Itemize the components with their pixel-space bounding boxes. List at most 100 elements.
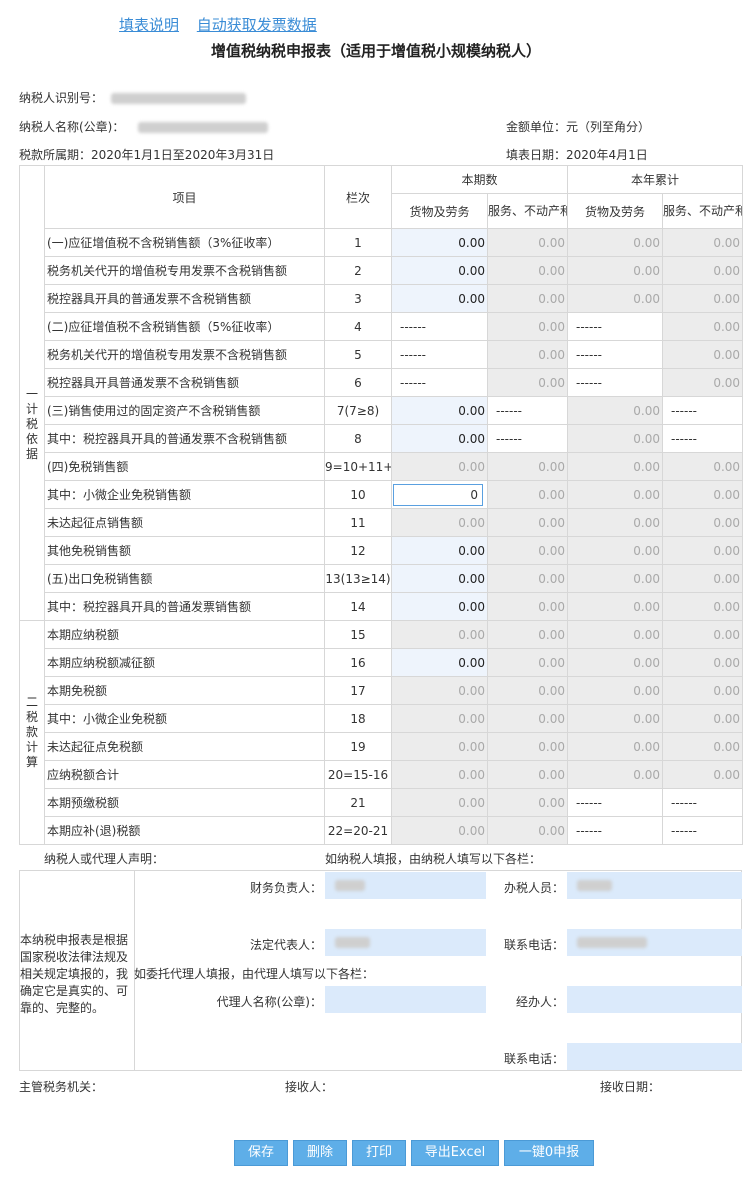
table-row: (五)出口免税销售额 13(13≥14) 0.00 0.00 0.00 0.00 [20,564,744,593]
delete-button[interactable]: 删除 [293,1140,347,1166]
row-value-c2: 0.00 [486,620,569,649]
row-lan: 15 [324,620,392,649]
table-row: 税务机关代开的增值税专用发票不含税销售额 5 ------ 0.00 ------ 0.0… [20,340,744,369]
row-value-c3: 0.00 [567,284,664,313]
phone2-field[interactable] [567,1043,742,1070]
header-lan: 栏次 [324,165,392,229]
export-excel-button[interactable]: 导出Excel [411,1140,499,1166]
row-value-c4: 0.00 [662,648,744,677]
row-value-c2: 0.00 [486,732,569,761]
category-tax-calc: 二税款计算 [19,620,45,845]
finance-head-label: 财务负责人： [249,881,322,895]
table-row: 其中：税控器具开具的普通发票销售额 14 0.00 0.00 0.00 0.00 [20,592,744,621]
row-value-c1[interactable]: 0.00 [391,536,488,565]
row-item-label: 应纳税额合计 [44,760,325,789]
row-value-c1: 0.00 [391,788,488,817]
phone-label: 联系电话： [503,938,564,952]
row-lan: 5 [324,340,392,369]
row-value-c2: 0.00 [486,816,569,845]
save-button[interactable]: 保存 [234,1140,288,1166]
row-value-c4: 0.00 [662,256,744,285]
row-item-label: (三)销售使用过的固定资产不含税销售额 [44,396,325,425]
row-value-c1[interactable]: 0 [391,480,488,509]
row-value-c1: ------ [391,340,488,369]
legal-rep-field[interactable] [325,929,486,956]
row-value-c3: 0.00 [567,648,664,677]
row-value-c4: ------ [662,788,744,817]
row-value-c1[interactable]: 0.00 [391,284,488,313]
taxpayer-name-label: 纳税人名称(公章)： [19,120,125,134]
row-value-c1[interactable]: 0.00 [391,396,488,425]
zero-declare-button[interactable]: 一键0申报 [504,1140,594,1166]
row-value-c1: 0.00 [391,620,488,649]
row-value-c3: ------ [567,788,664,817]
auto-fetch-invoice-link[interactable]: 自动获取发票数据 [197,16,317,34]
row-value-c1: 0.00 [391,704,488,733]
print-button[interactable]: 打印 [352,1140,406,1166]
phone-field[interactable] [567,929,742,956]
row-value-c1: ------ [391,368,488,397]
small-enterprise-exempt-input[interactable]: 0 [393,483,483,506]
row-item-label: 本期预缴税额 [44,788,325,817]
row-value-c2: 0.00 [486,676,569,705]
finance-head-field[interactable] [325,872,486,899]
self-fill-note: 如纳税人填报，由纳税人填写以下各栏： [325,852,542,866]
row-value-c1[interactable]: 0.00 [391,228,488,257]
table-row: 税控器具开具的普通发票不含税销售额 3 0.00 0.00 0.00 0.00 [20,284,744,313]
row-value-c4: 0.00 [662,340,744,369]
receive-date-label: 接收日期： [600,1080,661,1094]
row-lan: 3 [324,284,392,313]
header-year-to-date: 本年累计 [567,165,744,194]
agent-name-field[interactable] [325,986,486,1013]
tax-officer-label: 办税人员： [503,881,564,895]
tax-period: 税款所属期：2020年1月1日至2020年3月31日 [19,148,275,162]
row-item-label: 本期免税额 [44,676,325,705]
row-value-c3: 0.00 [567,508,664,537]
declaration-label: 纳税人或代理人声明： [44,852,165,866]
row-value-c3: 0.00 [567,256,664,285]
table-row: (四)免税销售额9=10+11+10.000.000.000.00 [20,452,744,481]
row-value-c4: 0.00 [662,760,744,789]
tax-officer-field[interactable] [567,872,742,899]
row-item-label: 未达起征点销售额 [44,508,325,537]
fill-guide-link[interactable]: 填表说明 [119,16,179,34]
row-lan: 6 [324,368,392,397]
taxpayer-id-redacted [110,93,246,104]
row-value-c3: 0.00 [567,396,664,425]
legal-rep-label: 法定代表人： [249,938,322,952]
row-value-c1[interactable]: 0.00 [391,564,488,593]
row-value-c2: 0.00 [486,480,569,509]
row-item-label: 其中：税控器具开具的普通发票销售额 [44,592,325,621]
row-value-c2: 0.00 [486,788,569,817]
handler-label: 经办人： [515,995,564,1009]
table-row: 本期预缴税额 21 0.00 0.00 ------ ------ [20,788,744,817]
row-item-label: 本期应纳税额减征额 [44,648,325,677]
tax-return-table: 项目 栏次 本期数 本年累计 货物及劳务 服务、不动产和无形资产 货物及劳务 服… [19,165,744,845]
header-goods-ytd: 货物及劳务 [567,193,664,229]
row-value-c1[interactable]: 0.00 [391,648,488,677]
table-row: 其中：税控器具开具的普通发票不含税销售额 8 0.00 ------ 0.00 -----… [20,424,744,453]
row-value-c2: 0.00 [486,648,569,677]
row-value-c1[interactable]: 0.00 [391,256,488,285]
table-row: 其他免税销售额 12 0.00 0.00 0.00 0.00 [20,536,744,565]
row-lan: 18 [324,704,392,733]
row-item-label: 本期应补(退)税额 [44,816,325,845]
row-value-c2: 0.00 [486,368,569,397]
row-value-c1[interactable]: 0.00 [391,424,488,453]
row-value-c2: 0.00 [486,564,569,593]
row-item-label: 税控器具开具普通发票不含税销售额 [44,368,325,397]
row-value-c2: ------ [486,424,569,453]
table-row: 应纳税额合计 20=15-16 0.00 0.00 0.00 0.00 [20,760,744,789]
row-value-c1[interactable]: 0.00 [391,592,488,621]
row-lan: 21 [324,788,392,817]
table-row: (三)销售使用过的固定资产不含税销售额 7(7≥8) 0.00 ------ 0.00-… [20,396,744,425]
row-item-label: 其中：税控器具开具的普通发票不含税销售额 [44,424,325,453]
row-value-c2: 0.00 [486,228,569,257]
table-row: 其中：小微企业免税销售额 10 0 0.00 0.00 0.00 [20,480,744,509]
row-item-label: 税务机关代开的增值税专用发票不含税销售额 [44,340,325,369]
handler-field[interactable] [567,986,742,1013]
amount-unit: 金额单位：元（列至角分） [506,120,651,134]
row-value-c4: 0.00 [662,312,744,341]
table-row: (二)应征增值税不含税销售额（5%征收率） 4 ------ 0.00 ------ 0.… [20,312,744,341]
row-value-c2: 0.00 [486,536,569,565]
